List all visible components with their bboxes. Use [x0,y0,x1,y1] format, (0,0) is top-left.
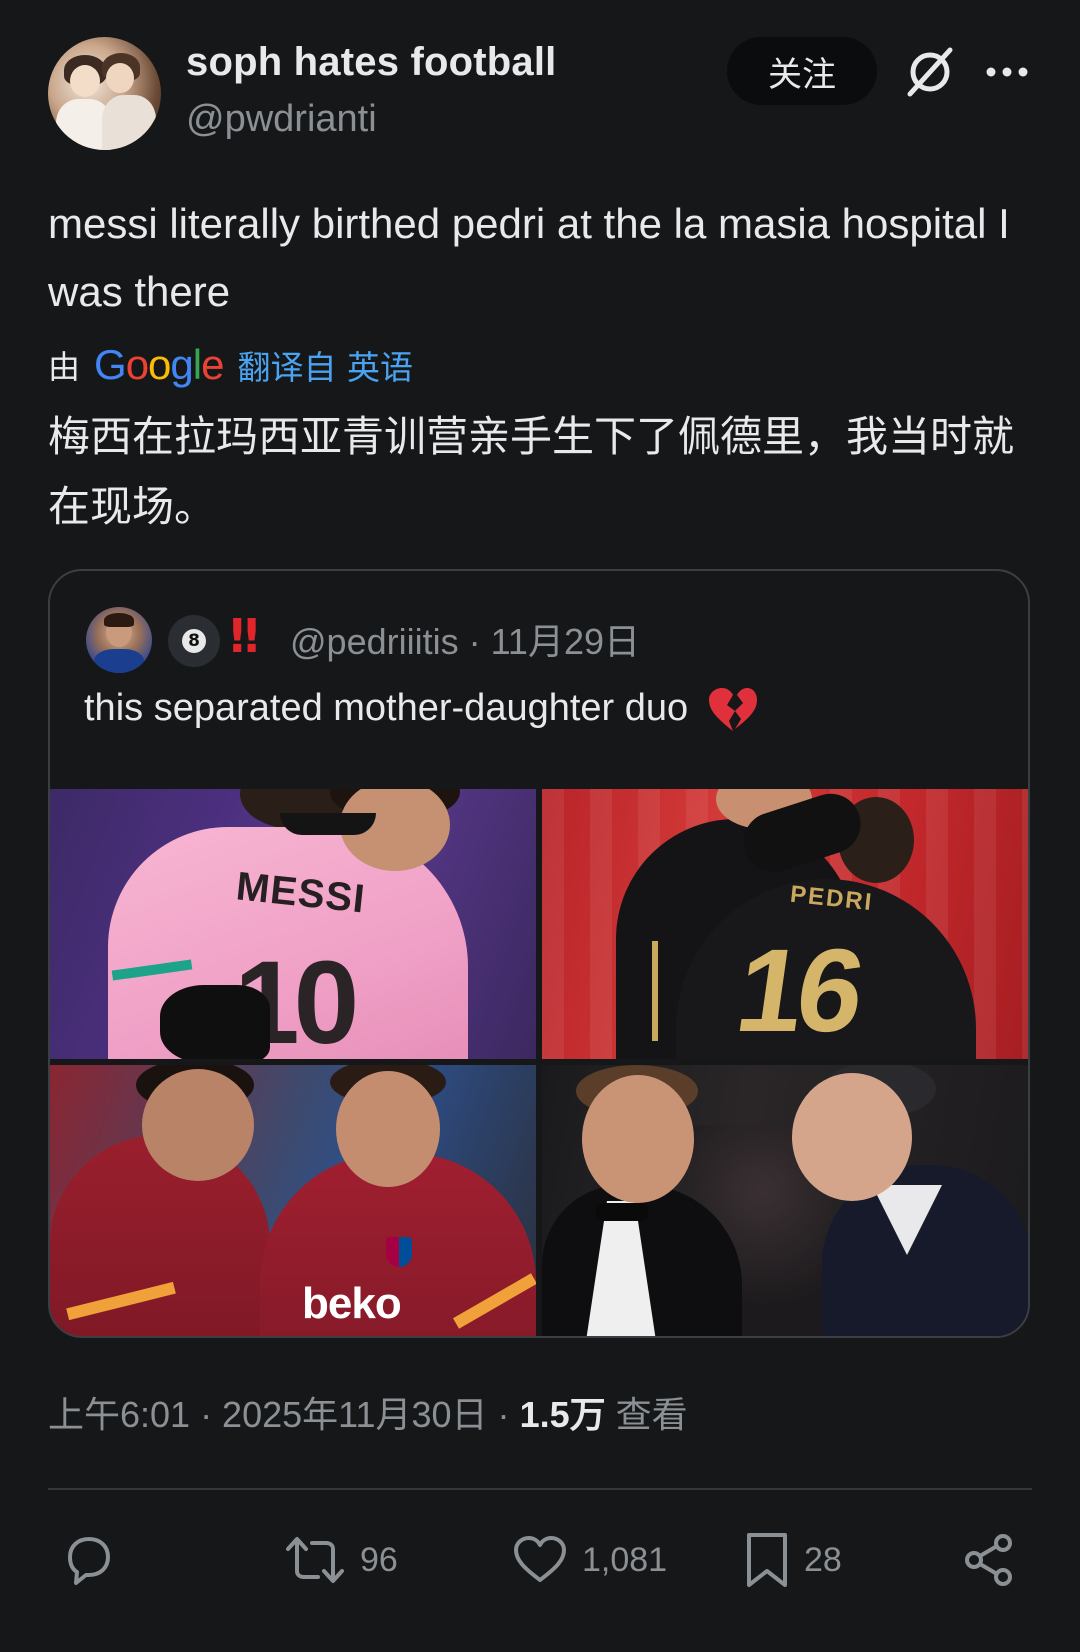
bookmark-icon [747,1533,787,1587]
time-date[interactable]: 上午6:01 · 2025年11月30日 · [48,1394,520,1435]
reply-button[interactable] [62,1530,130,1590]
reply-icon [68,1537,110,1585]
eight-ball-emoji: 8 [168,615,220,667]
retweet-button[interactable]: 96 [284,1530,398,1590]
quoted-tweet-text: this separated mother-daughter duo [84,687,759,733]
follow-button[interactable]: 关注 [727,37,877,105]
translation-by-label: 由 [48,349,81,385]
avatar-figure [106,63,134,93]
double-exclamation-emoji: ‼ [230,609,259,663]
eight-ball-number: 8 [182,629,206,653]
view-count: 1.5万 [519,1394,606,1435]
avatar-figure [94,649,144,673]
avatar-figure [70,65,100,97]
author-avatar[interactable] [48,37,161,150]
author-handle[interactable]: @pwdrianti [186,98,377,141]
tweet-timestamp: 上午6:01 · 2025年11月30日 · 1.5万 查看 [48,1386,688,1438]
club-crest [386,1237,412,1267]
author-display-name[interactable]: soph hates football [186,40,556,85]
photo-suits[interactable] [542,1065,1028,1336]
photo-messi-pedri-hug-pink[interactable]: MESSI 10 [50,789,536,1059]
retweet-icon [286,1537,344,1583]
translation-attribution: 由 Google 翻译自 英语 [48,340,413,390]
translated-text: 梅西在拉玛西亚青训营亲手生下了佩德里，我当时就在现场。 [48,412,1015,531]
photo-figure [280,813,376,835]
photo-grid: MESSI 10 PEDRI 16 beko [50,789,1028,1336]
avatar-figure [102,95,156,150]
retweet-count: 96 [360,1540,398,1579]
photo-figure [160,985,270,1059]
divider [48,1488,1032,1490]
photo-figure [582,1075,694,1203]
bookmark-count: 28 [804,1540,842,1579]
google-logo: Google [94,341,224,388]
jersey-number: 16 [728,925,867,1057]
quoted-author-avatar[interactable] [86,607,152,673]
grok-icon[interactable] [902,44,958,100]
like-button[interactable]: 1,081 [512,1530,667,1590]
share-icon [965,1534,1012,1586]
tweet-detail: soph hates football @pwdrianti 关注 messi … [0,0,1080,1652]
photo-figure [142,1069,254,1181]
photo-messi-pedri-hug-black[interactable]: PEDRI 16 [542,789,1028,1059]
shirt-sponsor: beko [302,1279,402,1328]
photo-training-kit[interactable]: beko [50,1065,536,1336]
avatar-figure [104,613,134,627]
quoted-handle-date[interactable]: @pedriiitis · 11月29日 [290,613,640,665]
photo-figure [652,941,658,1041]
photo-figure [596,1203,648,1221]
like-count: 1,081 [582,1540,668,1579]
view-label: 查看 [605,1394,688,1435]
photo-figure [336,1071,440,1187]
share-button[interactable] [962,1530,1016,1590]
photo-figure [792,1073,912,1201]
broken-heart-emoji [708,688,757,731]
quoted-tweet-text-body: this separated mother-daughter duo [84,687,689,730]
tweet-text: messi literally birthed pedri at the la … [48,200,1010,315]
quoted-tweet-card[interactable]: 8 ‼ @pedriiitis · 11月29日 this separated … [48,569,1030,1338]
action-bar: 96 1,081 28 [0,1520,1080,1600]
more-dots-icon[interactable] [983,52,1031,92]
translation-source-link[interactable]: 翻译自 英语 [237,341,413,389]
bookmark-button[interactable]: 28 [744,1530,842,1590]
heart-icon [514,1536,566,1582]
